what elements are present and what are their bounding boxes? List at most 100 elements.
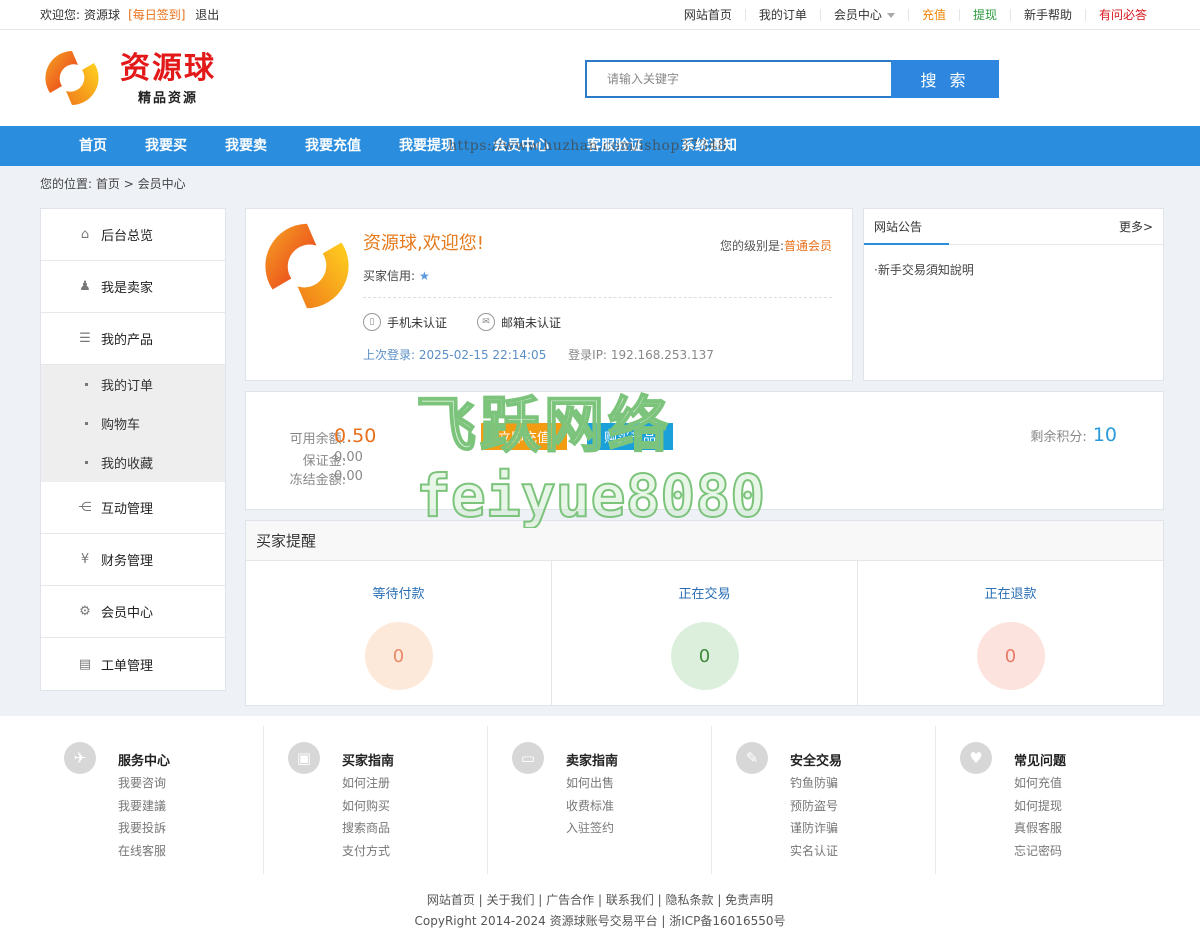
header: 资源球 精品资源 搜 索 (0, 30, 1200, 126)
top-links: 网站首页 我的订单 会员中心 充值 提现 新手帮助 有问必答 (671, 8, 1160, 21)
footer-link[interactable]: 如何购买 (342, 795, 390, 818)
sidebar-subitem-2[interactable]: 我的收藏 (41, 443, 225, 482)
top-link-2[interactable]: 会员中心 (821, 8, 909, 21)
sidebar-item-label: 会员中心 (101, 606, 154, 621)
footer-link[interactable]: 支付方式 (342, 840, 390, 863)
home-icon: ⌂ (80, 227, 90, 242)
top-link-4[interactable]: 提现 (960, 8, 1011, 21)
logout-link[interactable]: 退出 (195, 8, 219, 22)
search-button[interactable]: 搜 索 (891, 60, 999, 98)
notice-item[interactable]: ·新手交易須知說明 (874, 261, 1153, 278)
logo-ring-icon (45, 51, 99, 105)
breadcrumb-home[interactable]: 首页 (96, 177, 120, 191)
email-status: 邮箱未认证 (501, 315, 562, 330)
sidebar-item-2[interactable]: ☰ 我的产品 (41, 313, 225, 365)
search-input[interactable] (585, 60, 891, 98)
footer-link[interactable]: 如何充值 (1014, 772, 1062, 795)
top-link-5[interactable]: 新手帮助 (1011, 8, 1086, 21)
notice-tab[interactable]: 网站公告 (874, 218, 922, 235)
breadcrumb-prefix: 您的位置: (40, 177, 93, 191)
footer-link[interactable]: 预防盗号 (790, 795, 838, 818)
footer-col-title: 安全交易 (790, 754, 843, 769)
buyer-reminder-panel: 买家提醒 等待付款 0 正在交易 0 正在退款 0 (245, 520, 1164, 706)
sidebar-item-4[interactable]: ¥ 财务管理 (41, 534, 225, 586)
nav-item-6[interactable]: 客服验证 (568, 126, 662, 166)
nav-item-4[interactable]: 我要提现 (380, 126, 474, 166)
phone-verify[interactable]: ▯ 手机未认证 (363, 313, 447, 331)
points-label: 剩余积分: (1030, 429, 1087, 445)
sidebar-item-6[interactable]: ▤ 工单管理 (41, 638, 225, 690)
site-logo[interactable]: 资源球 精品资源 (42, 48, 216, 108)
footer-col-title: 卖家指南 (566, 754, 619, 769)
welcome-prefix: 欢迎您: (40, 8, 81, 22)
bus-icon: ▣ (288, 742, 320, 774)
footer-link[interactable]: 入驻签约 (566, 817, 614, 840)
footer-col-1: ▣ 买家指南 如何注册 如何购买 搜索商品 支付方式 (264, 726, 488, 874)
bullet-icon (85, 383, 88, 386)
footer-col-links: 如何充值 如何提现 真假客服 忘记密码 (1014, 772, 1062, 863)
footer-col-4: ♥ 常见问题 如何充值 如何提现 真假客服 忘记密码 (936, 726, 1160, 874)
more-link[interactable]: 更多> (1119, 218, 1153, 235)
bullet-icon (85, 422, 88, 425)
nav-item-5[interactable]: 会员中心 (474, 126, 568, 166)
top-link-6[interactable]: 有问必答 (1086, 9, 1160, 21)
footer-link[interactable]: 如何出售 (566, 772, 614, 795)
balance-panel: 可用余额: 保证金: 冻结金额: 0.50 0.00 0.00 立即充值 购买产… (245, 391, 1164, 510)
footer-link[interactable]: 在线客服 (118, 840, 166, 863)
nav-item-0[interactable]: 首页 (60, 126, 126, 166)
footer-link[interactable]: 如何提现 (1014, 795, 1062, 818)
nav-item-7[interactable]: 系统通知 (662, 126, 756, 166)
sidebar-item-0[interactable]: ⌂ 后台总览 (41, 209, 225, 261)
last-login: 上次登录: 2025-02-15 22:14:05 登录IP: 192.168.… (363, 346, 714, 363)
email-verify[interactable]: ✉ 邮箱未认证 (477, 313, 561, 331)
top-link-1[interactable]: 我的订单 (746, 8, 821, 21)
footer-copyright-area: 网站首页 | 关于我们 | 广告合作 | 联系我们 | 隐私条款 | 免责声明 … (0, 890, 1200, 928)
reminder-col-2[interactable]: 正在退款 0 (858, 561, 1163, 706)
phone-status: 手机未认证 (387, 315, 448, 330)
search-box: 搜 索 (585, 60, 999, 98)
recharge-button[interactable]: 立即充值 (481, 423, 567, 450)
sidebar-subitem-1[interactable]: 购物车 (41, 404, 225, 443)
deposit-value: 0.00 (334, 450, 363, 465)
footer-link[interactable]: 我要建議 (118, 795, 166, 818)
reminder-label[interactable]: 等待付款 (246, 583, 551, 602)
wrench-icon: ✎ (736, 742, 768, 774)
nav-item-3[interactable]: 我要充值 (286, 126, 380, 166)
footer-link[interactable]: 收费标准 (566, 795, 614, 818)
footer-link[interactable]: 真假客服 (1014, 817, 1062, 840)
footer-link[interactable]: 我要投訴 (118, 817, 166, 840)
reminder-col-1[interactable]: 正在交易 0 (552, 561, 858, 706)
top-link-3[interactable]: 充值 (909, 8, 960, 21)
nav-item-1[interactable]: 我要买 (126, 126, 206, 166)
footer-link[interactable]: 忘记密码 (1014, 840, 1062, 863)
footer-col-links: 钓鱼防骗 预防盗号 谨防诈骗 实名认证 (790, 772, 838, 863)
footer-link[interactable]: 搜索商品 (342, 817, 390, 840)
chevron-down-icon (886, 12, 895, 18)
top-link-0[interactable]: 网站首页 (671, 8, 746, 21)
footer-link[interactable]: 钓鱼防骗 (790, 772, 838, 795)
sidebar-item-1[interactable]: ♟ 我是卖家 (41, 261, 225, 313)
reminder-count: 0 (364, 622, 433, 690)
level-label: 您的级别是: (719, 239, 784, 253)
sidebar-item-3[interactable]: ⋲ 互动管理 (41, 482, 225, 534)
footer-columns: ✈ 服务中心 我要咨询 我要建議 我要投訴 在线客服 ▣ 买家指南 如何注册 如何购买 搜索商品 支付… (0, 716, 1200, 874)
footer-links[interactable]: 网站首页 | 关于我们 | 广告合作 | 联系我们 | 隐私条款 | 免责声明 (0, 890, 1200, 911)
buy-product-button[interactable]: 购买产品 (587, 423, 673, 450)
balance-values: 0.50 0.00 0.00 (334, 424, 376, 486)
checkin-link[interactable]: [每日签到] (128, 8, 185, 22)
yen-icon: ¥ (80, 552, 90, 567)
buyer-credit: 买家信用: ★ (363, 267, 430, 284)
reminder-label[interactable]: 正在交易 (552, 583, 857, 602)
points-value: 10 (1092, 424, 1117, 446)
footer-link[interactable]: 如何注册 (342, 772, 390, 795)
sidebar-subitem-0[interactable]: 我的订单 (41, 365, 225, 404)
footer-link[interactable]: 实名认证 (790, 840, 838, 863)
footer-link[interactable]: 我要咨询 (118, 772, 166, 795)
reminder-label[interactable]: 正在退款 (858, 583, 1163, 602)
footer-link[interactable]: 谨防诈骗 (790, 817, 838, 840)
mail-icon: ✉ (477, 313, 496, 331)
sidebar-subitem-label: 购物车 (101, 418, 141, 433)
nav-item-2[interactable]: 我要卖 (206, 126, 286, 166)
reminder-col-0[interactable]: 等待付款 0 (246, 561, 552, 706)
sidebar-item-5[interactable]: ⚙ 会员中心 (41, 586, 225, 638)
